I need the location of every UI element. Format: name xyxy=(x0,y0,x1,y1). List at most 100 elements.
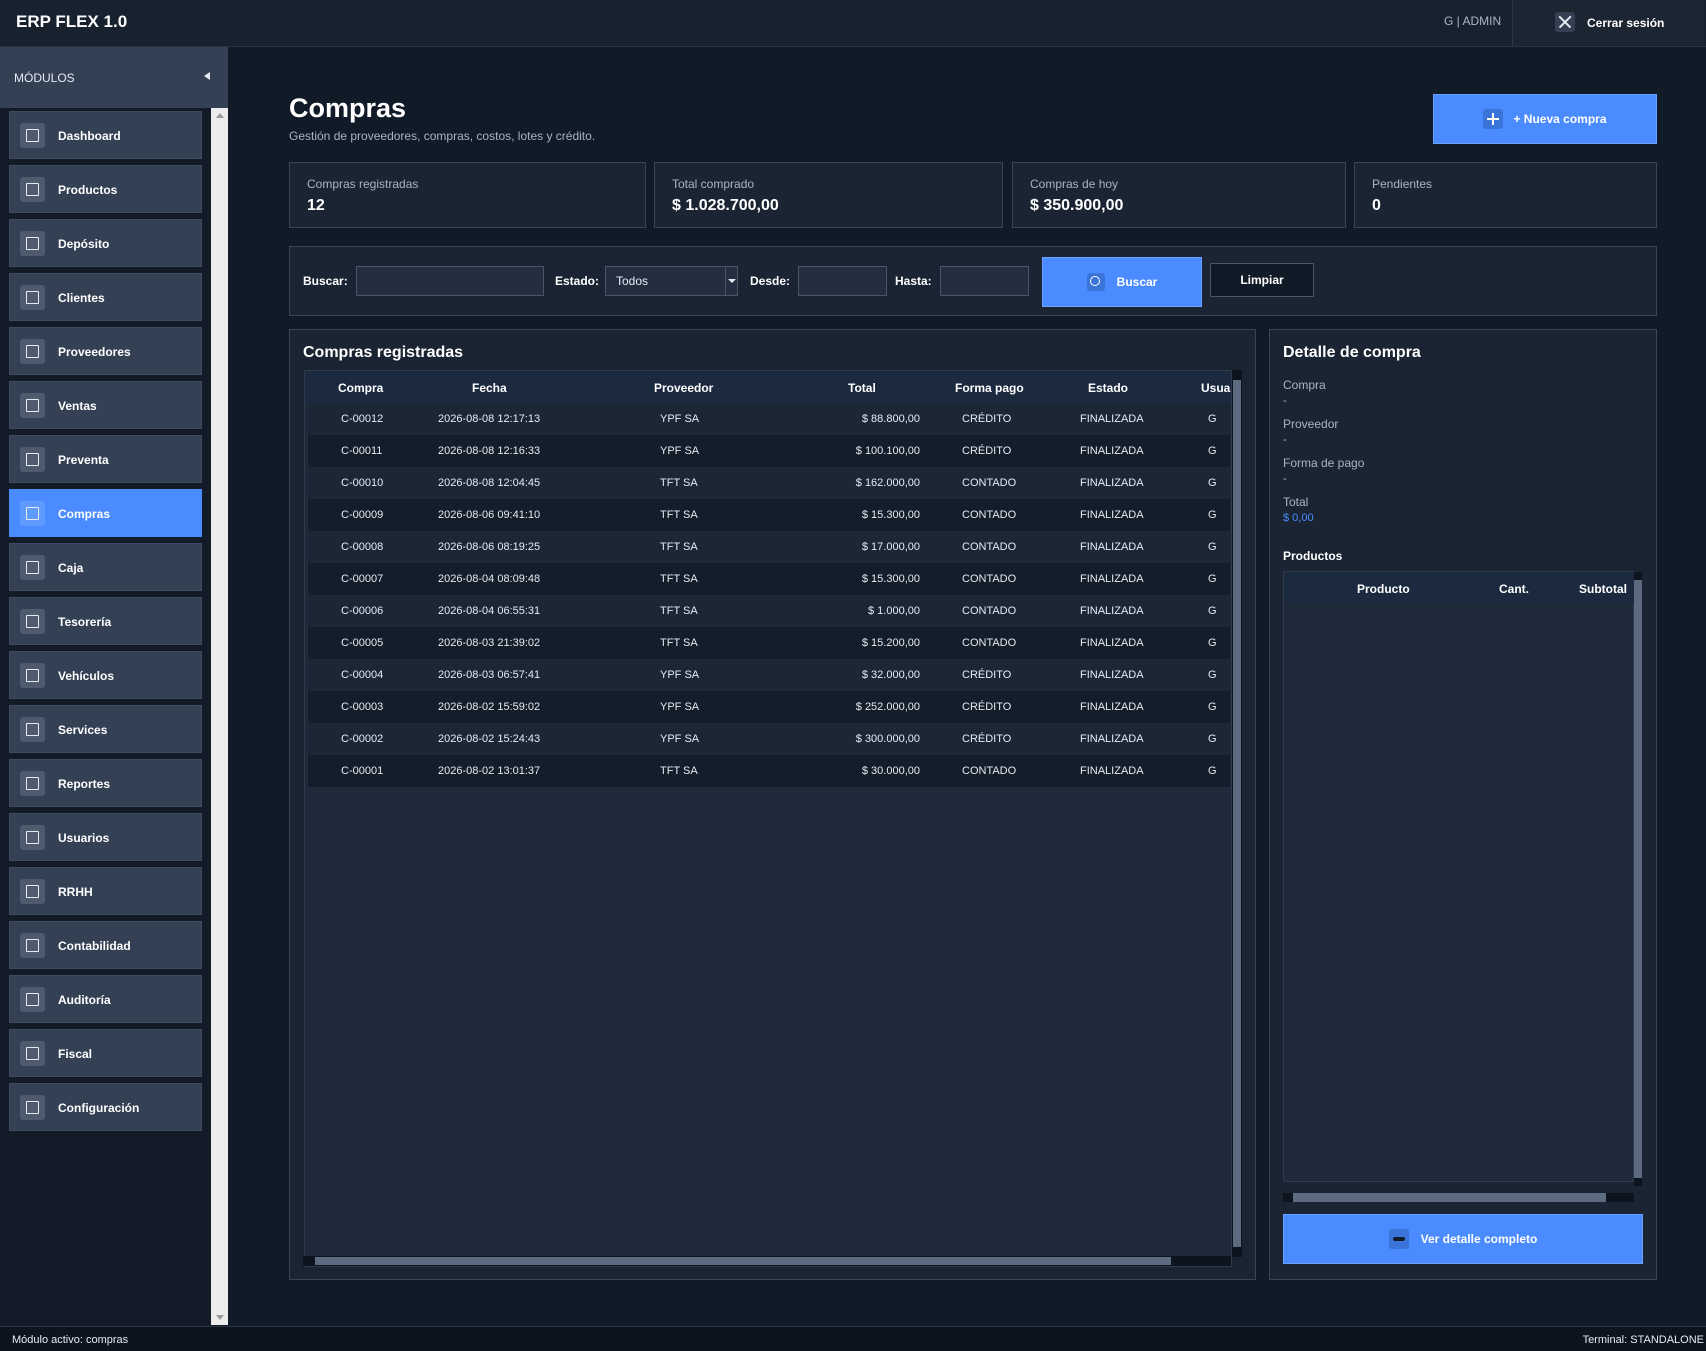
table-cell: G xyxy=(1208,573,1217,585)
table-cell: FINALIZADA xyxy=(1080,509,1144,521)
table-vertical-scrollbar[interactable] xyxy=(1232,370,1242,1257)
table-row[interactable]: C-00010 2026-08-08 12:04:45 TFT SA $ 162.00… xyxy=(308,467,1230,499)
sidebar-item-caja[interactable]: Caja xyxy=(9,543,202,591)
sidebar-item-clientes[interactable]: Clientes xyxy=(9,273,202,321)
collapse-arrow-icon[interactable] xyxy=(204,72,210,80)
status-select[interactable]: Todos xyxy=(605,266,738,296)
sidebar-item-tesoreria[interactable]: Tesorería xyxy=(9,597,202,645)
products-vertical-scrollbar[interactable] xyxy=(1634,572,1642,1186)
logout-button[interactable]: Cerrar sesión xyxy=(1512,0,1704,46)
column-header[interactable]: Forma pago xyxy=(955,381,1024,395)
sidebar-item-auditoria[interactable]: Auditoría xyxy=(9,975,202,1023)
people-icon xyxy=(20,825,45,850)
detail-purchase-value: - xyxy=(1283,395,1287,407)
table-cell: TFT SA xyxy=(660,765,698,777)
scroll-down-icon[interactable] xyxy=(216,1315,224,1320)
table-horizontal-scrollbar[interactable] xyxy=(303,1256,1231,1266)
cart-icon xyxy=(20,447,45,472)
table-row[interactable]: C-00008 2026-08-06 08:19:25 TFT SA $ 17.000… xyxy=(308,531,1230,563)
truck-icon xyxy=(20,663,45,688)
table-row[interactable]: C-00006 2026-08-04 06:55:31 TFT SA $ 1.000,… xyxy=(308,595,1230,627)
search-input[interactable] xyxy=(356,266,544,296)
table-row[interactable]: C-00002 2026-08-02 15:24:43 YPF SA $ 300.00… xyxy=(308,723,1230,755)
table-cell: $ 252.000,00 xyxy=(855,701,920,713)
column-header[interactable]: Total xyxy=(848,381,876,395)
table-cell: 2026-08-02 13:01:37 xyxy=(438,765,541,777)
view-detail-button[interactable]: Ver detalle completo xyxy=(1283,1214,1643,1264)
table-cell: $ 100.100,00 xyxy=(855,445,920,457)
table-row[interactable]: C-00009 2026-08-06 09:41:10 TFT SA $ 15.300… xyxy=(308,499,1230,531)
sidebar-scrollbar[interactable] xyxy=(211,108,228,1325)
warehouse-icon xyxy=(20,231,45,256)
sidebar-item-configuracion[interactable]: Configuración xyxy=(9,1083,202,1131)
sidebar-item-contabilidad[interactable]: Contabilidad xyxy=(9,921,202,969)
sidebar-item-label: Productos xyxy=(58,183,118,197)
new-purchase-button[interactable]: + Nueva compra xyxy=(1433,94,1657,144)
sidebar-item-fiscal[interactable]: Fiscal xyxy=(9,1029,202,1077)
detail-panel: Detalle de compra Compra - Proveedor - F… xyxy=(1269,329,1657,1280)
clear-button[interactable]: Limpiar xyxy=(1210,263,1314,297)
sidebar-item-productos[interactable]: Productos xyxy=(9,165,202,213)
cart-icon xyxy=(20,393,45,418)
detail-supplier-label: Proveedor xyxy=(1283,417,1339,431)
table-cell: $ 17.000,00 xyxy=(861,541,920,553)
sidebar-item-proveedores[interactable]: Proveedores xyxy=(9,327,202,375)
table-row[interactable]: C-00012 2026-08-08 12:17:13 YPF SA $ 88.800… xyxy=(308,403,1230,435)
table-cell: $ 32.000,00 xyxy=(861,669,920,681)
app-title: ERP FLEX 1.0 xyxy=(16,12,128,31)
table-cell: G xyxy=(1208,413,1217,425)
table-row[interactable]: C-00007 2026-08-04 08:09:48 TFT SA $ 15.300… xyxy=(308,563,1230,595)
table-row[interactable]: C-00011 2026-08-08 12:16:33 YPF SA $ 100.10… xyxy=(308,435,1230,467)
chevron-down-icon[interactable] xyxy=(725,267,737,295)
sidebar-item-rrhh[interactable]: RRHH xyxy=(9,867,202,915)
table-row[interactable]: C-00001 2026-08-02 13:01:37 TFT SA $ 30.000… xyxy=(308,755,1230,787)
table-cell: C-00012 xyxy=(341,413,384,425)
table-cell: FINALIZADA xyxy=(1080,669,1144,681)
sidebar-item-ventas[interactable]: Ventas xyxy=(9,381,202,429)
products-horizontal-scrollbar[interactable] xyxy=(1283,1193,1634,1202)
column-header[interactable]: Subtotal xyxy=(1579,582,1627,596)
column-header[interactable]: Estado xyxy=(1088,381,1128,395)
column-header[interactable]: Producto xyxy=(1357,582,1410,596)
products-table: Producto Cant. Subtotal xyxy=(1283,571,1635,1182)
sidebar-item-reportes[interactable]: Reportes xyxy=(9,759,202,807)
table-row[interactable]: C-00004 2026-08-03 06:57:41 YPF SA $ 32.000… xyxy=(308,659,1230,691)
sidebar-item-usuarios[interactable]: Usuarios xyxy=(9,813,202,861)
scroll-up-icon[interactable] xyxy=(216,113,224,118)
logout-label: Cerrar sesión xyxy=(1587,16,1665,30)
table-cell: C-00011 xyxy=(341,445,383,457)
from-date-input[interactable] xyxy=(798,266,887,296)
column-header[interactable]: Cant. xyxy=(1499,582,1529,596)
status-label: Estado: xyxy=(555,274,600,288)
scrollbar-thumb[interactable] xyxy=(1634,580,1642,1178)
scrollbar-thumb[interactable] xyxy=(1233,380,1241,1247)
table-cell: YPF SA xyxy=(660,445,700,457)
column-header[interactable]: Proveedor xyxy=(654,381,713,395)
table-row[interactable]: C-00003 2026-08-02 15:59:02 YPF SA $ 252.00… xyxy=(308,691,1230,723)
sidebar-item-label: Usuarios xyxy=(58,831,110,845)
table-cell: YPF SA xyxy=(660,669,700,681)
purchases-panel: Compras registradas Compra Fecha Proveed… xyxy=(289,329,1256,1280)
column-header[interactable]: Compra xyxy=(338,381,383,395)
modules-header[interactable]: MÓDULOS xyxy=(0,47,228,108)
search-button[interactable]: Buscar xyxy=(1042,257,1202,307)
to-date-input[interactable] xyxy=(940,266,1029,296)
people-icon xyxy=(20,285,45,310)
scrollbar-thumb[interactable] xyxy=(315,1257,1171,1265)
sidebar-item-label: Caja xyxy=(58,561,84,575)
sidebar-item-dashboard[interactable]: Dashboard xyxy=(9,111,202,159)
table-cell: CRÉDITO xyxy=(962,669,1012,681)
table-row[interactable]: C-00005 2026-08-03 21:39:02 TFT SA $ 15.200… xyxy=(308,627,1230,659)
sidebar-item-preventa[interactable]: Preventa xyxy=(9,435,202,483)
table-cell: 2026-08-02 15:24:43 xyxy=(438,733,541,745)
sidebar-item-vehiculos[interactable]: Vehículos xyxy=(9,651,202,699)
scrollbar-thumb[interactable] xyxy=(1293,1193,1606,1202)
column-header[interactable]: Usua xyxy=(1201,381,1230,395)
column-header[interactable]: Fecha xyxy=(472,381,507,395)
sidebar-item-compras[interactable]: Compras xyxy=(9,489,202,537)
table-cell: CONTADO xyxy=(962,765,1017,777)
sidebar-item-deposito[interactable]: Depósito xyxy=(9,219,202,267)
sidebar-item-services[interactable]: Services xyxy=(9,705,202,753)
user-info: G | ADMIN xyxy=(1444,14,1502,28)
table-cell: C-00002 xyxy=(341,733,384,745)
